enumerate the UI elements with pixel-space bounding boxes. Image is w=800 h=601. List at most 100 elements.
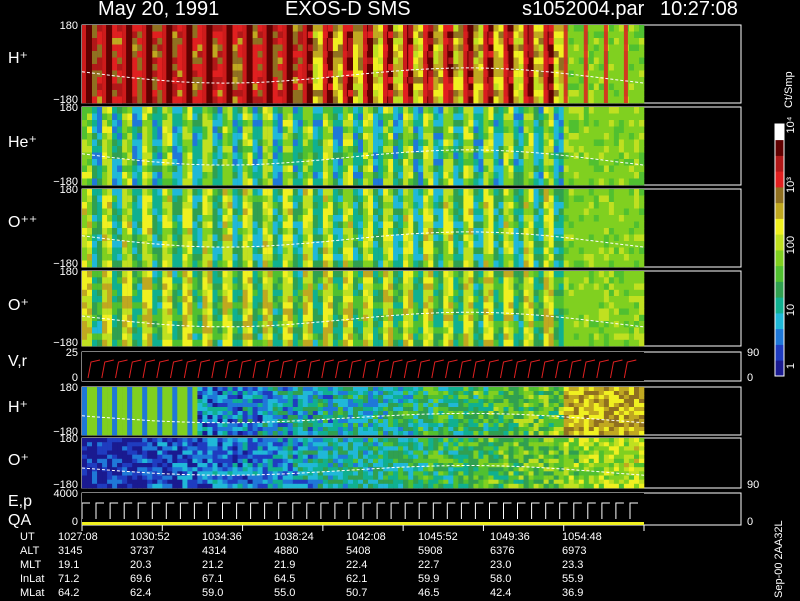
- spectrogram-cell: [438, 146, 443, 153]
- spectrogram-cell: [303, 309, 308, 316]
- spectrogram-cell: [358, 277, 363, 284]
- spectrogram-cell: [639, 215, 644, 222]
- spectrogram-cell: [368, 277, 373, 284]
- spectrogram-cell: [468, 241, 473, 248]
- spectrogram-cell: [147, 84, 152, 91]
- spectrogram-cell: [403, 179, 408, 186]
- spectrogram-cell: [278, 302, 283, 309]
- spectrogram-cell: [268, 302, 273, 309]
- spectrogram-cell: [318, 38, 323, 45]
- spectrogram-cell: [579, 58, 584, 65]
- spectrogram-cell: [218, 209, 223, 216]
- spectrogram-cell: [233, 284, 238, 291]
- spectrogram-cell: [604, 146, 609, 153]
- spectrogram-cell: [388, 209, 393, 216]
- spectrogram-cell: [428, 120, 433, 127]
- spectrogram-cell: [268, 296, 273, 303]
- spectrogram-cell: [117, 107, 122, 114]
- spectrogram-cell: [238, 84, 243, 91]
- spectrogram-cell: [413, 58, 418, 65]
- spectrogram-cell: [197, 248, 202, 255]
- spectrogram-cell: [112, 84, 117, 91]
- spectrogram-cell: [328, 321, 333, 328]
- spectrogram-cell: [218, 222, 223, 229]
- spectrogram-cell: [112, 315, 117, 322]
- spectrogram-cell: [509, 254, 514, 261]
- spectrogram-cell: [488, 254, 493, 261]
- spectrogram-cell: [197, 153, 202, 160]
- spectrogram-cell: [157, 277, 162, 284]
- spectrogram-cell: [293, 235, 298, 242]
- spectrogram-cell: [253, 290, 258, 297]
- spectrogram-cell: [403, 159, 408, 166]
- spectrogram-cell: [248, 284, 253, 291]
- spectrogram-cell: [423, 241, 428, 248]
- spectrogram-cell: [373, 58, 378, 65]
- spectrogram-cell: [539, 133, 544, 140]
- spectrogram-cell: [589, 84, 594, 91]
- spectrogram-cell: [233, 166, 238, 173]
- spectrogram-cell: [584, 127, 589, 134]
- spectrogram-cell: [559, 196, 564, 203]
- spectrogram-cell: [288, 277, 293, 284]
- spectrogram-cell: [509, 77, 514, 84]
- spectrogram-cell: [197, 107, 202, 114]
- spectrogram-cell: [268, 127, 273, 134]
- spectrogram-cell: [112, 196, 117, 203]
- spectrogram-cell: [383, 327, 388, 334]
- spectrogram-cell: [228, 64, 233, 71]
- spectrogram-cell: [273, 209, 278, 216]
- spectrogram-cell: [453, 309, 458, 316]
- spectrogram-cell: [333, 340, 338, 347]
- spectrogram-cell: [157, 32, 162, 39]
- spectrogram-cell: [207, 172, 212, 179]
- spectrogram-cell: [233, 189, 238, 196]
- spectrogram-cell: [258, 340, 263, 347]
- spectrogram-cell: [122, 107, 127, 114]
- spectrogram-cell: [117, 114, 122, 121]
- spectrogram-cell: [634, 71, 639, 78]
- spectrogram-cell: [353, 64, 358, 71]
- spectrogram-cell: [278, 277, 283, 284]
- spectrogram-cell: [398, 120, 403, 127]
- spectrogram-cell: [97, 58, 102, 65]
- spectrogram-cell: [488, 222, 493, 229]
- spectrogram-cell: [453, 284, 458, 291]
- spectrogram-cell: [132, 222, 137, 229]
- spectrogram-cell: [554, 241, 559, 248]
- spectrogram-cell: [458, 271, 463, 278]
- spectrogram-cell: [273, 107, 278, 114]
- spectrogram-cell: [594, 140, 599, 147]
- spectrogram-cell: [202, 334, 207, 341]
- spectrogram-cell: [177, 166, 182, 173]
- spectrogram-cell: [157, 58, 162, 65]
- spectrogram-cell: [328, 32, 333, 39]
- spectrogram-cell: [127, 153, 132, 160]
- spectrogram-cell: [418, 97, 423, 104]
- spectrogram-cell: [473, 254, 478, 261]
- spectrogram-cell: [624, 248, 629, 255]
- spectrogram-cell: [92, 45, 97, 52]
- spectrogram-cell: [328, 296, 333, 303]
- spectrogram-cell: [338, 146, 343, 153]
- spectrogram-cell: [408, 120, 413, 127]
- spectrogram-cell: [197, 309, 202, 316]
- spectrogram-cell: [157, 84, 162, 91]
- spectrogram-cell: [142, 202, 147, 209]
- spectrogram-cell: [238, 284, 243, 291]
- spectrogram-cell: [253, 271, 258, 278]
- spectrogram-cell: [313, 215, 318, 222]
- spectrogram-cell: [453, 254, 458, 261]
- spectrogram-cell: [438, 133, 443, 140]
- spectrogram-cell: [147, 228, 152, 235]
- spectrogram-cell: [87, 315, 92, 322]
- spectrogram-cell: [97, 45, 102, 52]
- spectrogram-cell: [112, 64, 117, 71]
- spectrogram-cell: [238, 140, 243, 147]
- spectrogram-cell: [609, 77, 614, 84]
- spectrogram-cell: [433, 315, 438, 322]
- spectrogram-cell: [192, 202, 197, 209]
- spectrogram-cell: [127, 277, 132, 284]
- spectrogram-cell: [142, 140, 147, 147]
- spectrogram-cell: [559, 254, 564, 261]
